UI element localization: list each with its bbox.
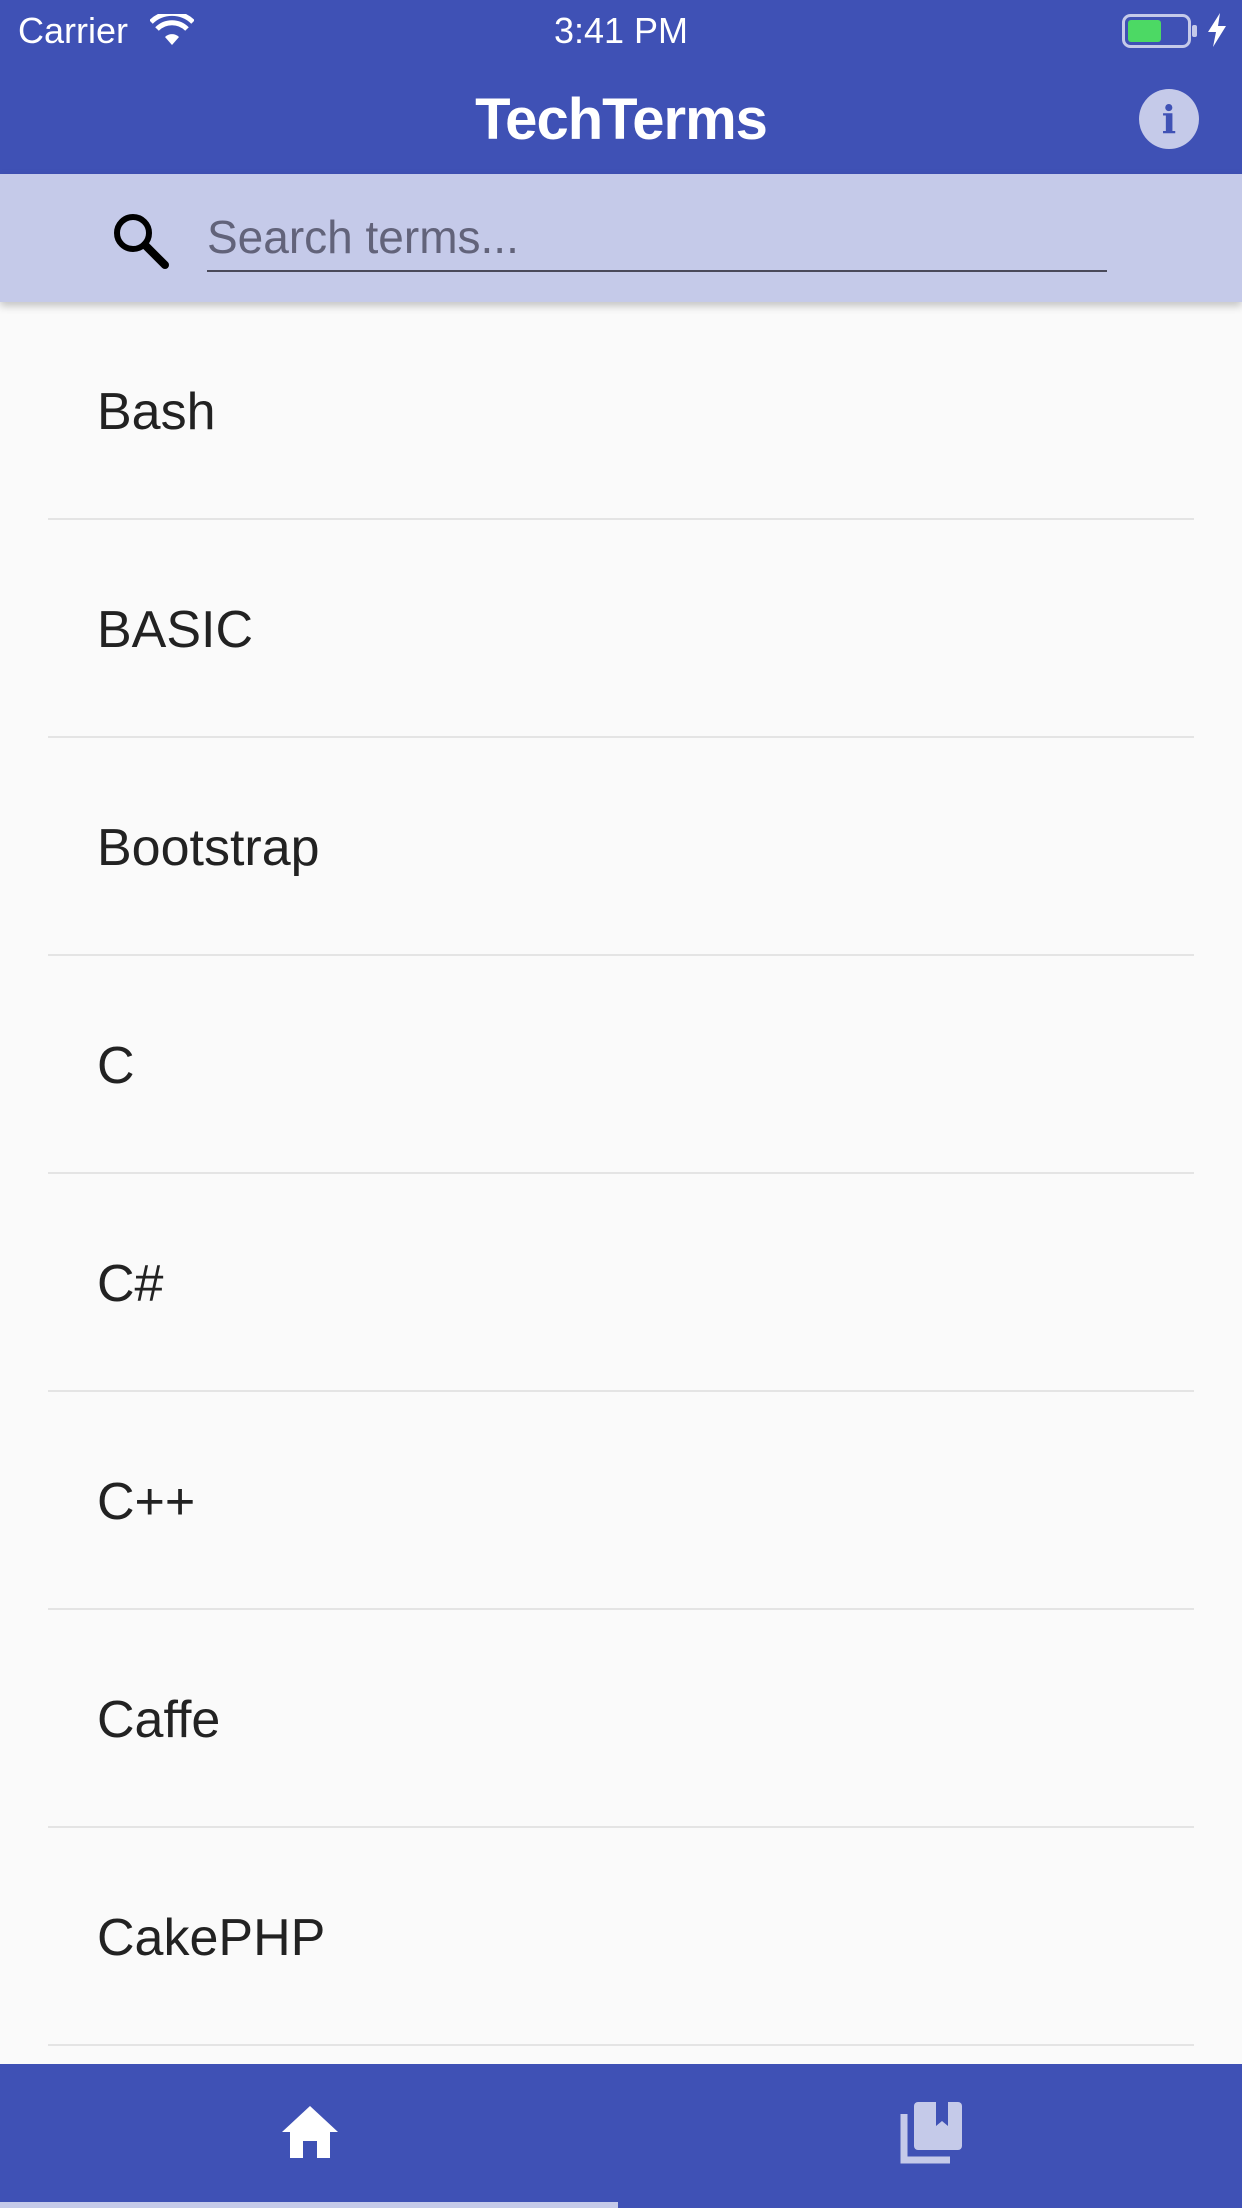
list-item[interactable]: CakePHP bbox=[48, 1828, 1194, 2046]
info-icon[interactable]: i bbox=[1139, 89, 1199, 149]
term-label: Caffe bbox=[97, 1691, 221, 1749]
list-item[interactable]: Caffe bbox=[48, 1610, 1194, 1828]
search-icon bbox=[114, 214, 169, 269]
list-item[interactable]: Bootstrap bbox=[48, 738, 1194, 956]
home-icon bbox=[282, 2106, 338, 2158]
app-title: TechTerms bbox=[475, 87, 768, 152]
charging-icon bbox=[1208, 13, 1226, 47]
list-item[interactable]: Bash bbox=[48, 302, 1194, 520]
nav-tab-saved[interactable] bbox=[620, 2064, 1242, 2208]
list-item[interactable]: C bbox=[48, 956, 1194, 1174]
app-bar: Carrier 3:41 PM TechTerms i bbox=[0, 0, 1242, 174]
search-bar bbox=[0, 174, 1242, 302]
list-item[interactable]: BASIC bbox=[48, 520, 1194, 738]
list-item[interactable]: C# bbox=[48, 1174, 1194, 1392]
active-tab-indicator bbox=[0, 2202, 618, 2208]
term-label: Bash bbox=[97, 383, 216, 441]
terms-list: Bash BASIC Bootstrap C C# C++ Caffe Cake… bbox=[0, 302, 1242, 2046]
search-input[interactable] bbox=[207, 204, 1107, 272]
list-item[interactable]: C++ bbox=[48, 1392, 1194, 1610]
library-books-icon bbox=[900, 2102, 962, 2164]
term-label: C++ bbox=[97, 1473, 196, 1531]
nav-tab-home[interactable] bbox=[0, 2064, 620, 2208]
battery-icon bbox=[1122, 14, 1197, 48]
bottom-navigation bbox=[0, 2064, 1242, 2208]
term-label: CakePHP bbox=[97, 1909, 326, 1967]
status-bar: Carrier 3:41 PM bbox=[0, 0, 1242, 60]
term-label: C bbox=[97, 1037, 135, 1095]
term-label: Bootstrap bbox=[97, 819, 320, 877]
term-label: BASIC bbox=[97, 601, 254, 659]
status-time: 3:41 PM bbox=[553, 10, 689, 51]
term-label: C# bbox=[97, 1255, 164, 1313]
